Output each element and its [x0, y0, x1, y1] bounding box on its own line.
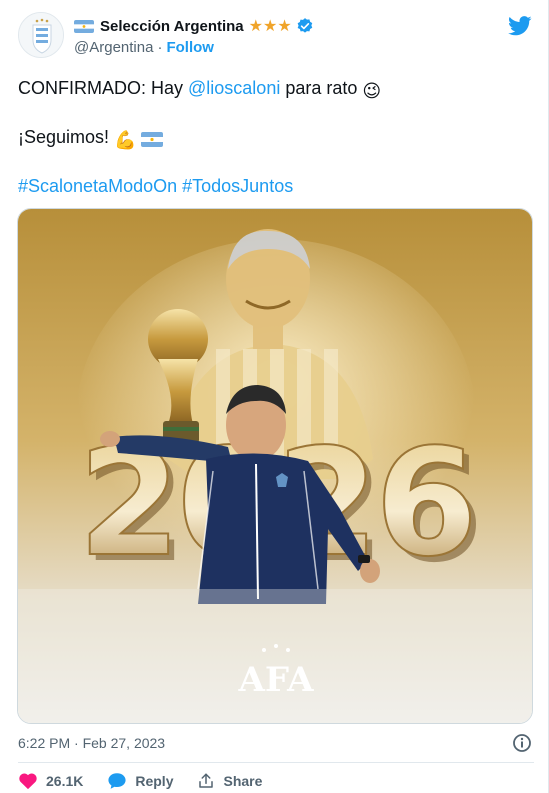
- argentina-flag-icon: [141, 128, 164, 152]
- author-name-row[interactable]: Selección Argentina ★★★: [74, 16, 314, 36]
- likes-count: 26.1K: [46, 773, 84, 789]
- reply-label: Reply: [135, 773, 174, 789]
- flexed-biceps-icon: 💪: [114, 130, 137, 150]
- tweet-text: ¡Seguimos!: [18, 127, 115, 147]
- separator: ·: [157, 39, 163, 56]
- twitter-bird-icon[interactable]: [508, 16, 532, 36]
- handle[interactable]: @Argentina: [74, 39, 153, 56]
- argentina-flag-icon: [74, 19, 94, 33]
- heart-icon: [19, 773, 37, 790]
- info-icon[interactable]: [512, 733, 532, 753]
- avatar[interactable]: [18, 12, 64, 58]
- afa-crest-icon: [19, 13, 63, 57]
- verified-badge-icon: [297, 18, 312, 33]
- hashtag-link[interactable]: #ScalonetaModoOn: [18, 176, 177, 196]
- action-bar: 26.1K Reply Share: [18, 772, 286, 790]
- stars-icon: ★★★: [248, 18, 292, 35]
- tweet-card: Selección Argentina ★★★ @Argentina · Fol…: [0, 0, 549, 793]
- tweet-text-line-2: ¡Seguimos! 💪: [18, 125, 164, 152]
- winking-face-icon: 😉: [362, 81, 382, 101]
- reply-button[interactable]: Reply: [107, 772, 173, 790]
- tweet-text: para rato: [280, 78, 363, 98]
- divider: [18, 762, 534, 763]
- share-icon: [199, 773, 214, 788]
- share-label: Share: [223, 773, 263, 789]
- tweet-text-line-1: CONFIRMADO: Hay @lioscaloni para rato 😉: [18, 76, 381, 103]
- follow-button[interactable]: Follow: [166, 39, 214, 56]
- reply-icon: [108, 773, 126, 789]
- tweet-text: CONFIRMADO: Hay: [18, 78, 189, 98]
- like-button[interactable]: 26.1K: [18, 772, 83, 790]
- handle-row: @Argentina · Follow: [74, 39, 214, 56]
- hashtag-link[interactable]: #TodosJuntos: [182, 176, 293, 196]
- tweet-media-image[interactable]: 2026 2026: [17, 208, 533, 724]
- afa-logo-text: AFA: [238, 660, 315, 700]
- mention-link[interactable]: @lioscaloni: [188, 78, 280, 98]
- share-button[interactable]: Share: [197, 772, 262, 790]
- tweet-timestamp[interactable]: 6:22 PM · Feb 27, 2023: [18, 735, 165, 751]
- tweet-hashtags: #ScalonetaModoOn #TodosJuntos: [18, 174, 293, 198]
- display-name[interactable]: Selección Argentina: [100, 18, 244, 35]
- scaloni-2026-graphic: 2026 2026: [18, 209, 532, 723]
